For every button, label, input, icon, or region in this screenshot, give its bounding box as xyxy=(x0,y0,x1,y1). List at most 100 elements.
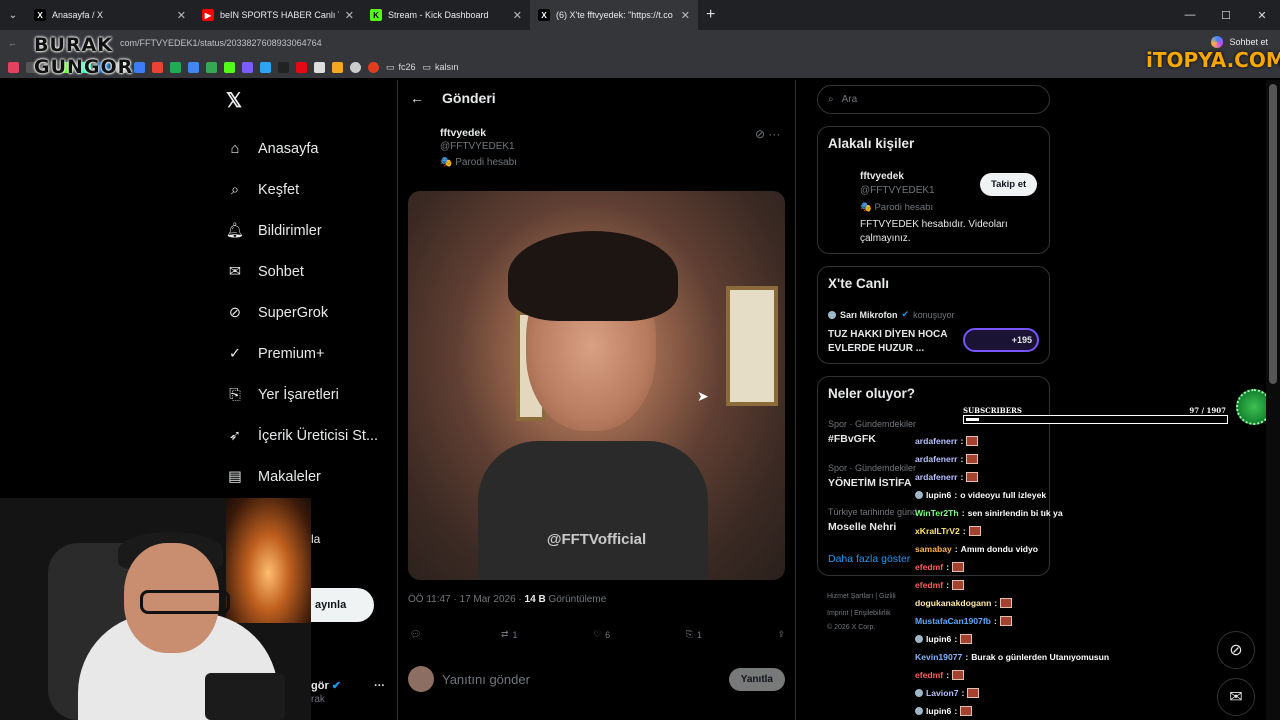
close-tab-icon[interactable]: ✕ xyxy=(177,9,186,22)
trend-item[interactable]: Moselle Nehri xyxy=(828,521,896,533)
browser-tab[interactable]: ▶ beIN SPORTS HABER Canlı Yayını | ✕ xyxy=(194,0,362,30)
account-name[interactable]: gör ✔ ··· xyxy=(311,679,385,692)
post-button[interactable]: ayınla xyxy=(311,588,374,622)
close-tab-icon[interactable]: ✕ xyxy=(345,9,354,22)
bookmark-favicon[interactable] xyxy=(242,61,253,73)
chat-message: xKralLTrV2: xyxy=(915,522,1245,540)
trend-item[interactable]: YÖNETİM İSTİFA xyxy=(828,477,911,489)
bookmark-folder-fc26[interactable]: ▭ fc26 xyxy=(386,62,416,73)
bookmark-favicon[interactable] xyxy=(314,61,325,73)
author-handle[interactable]: @FFTVYEDEK1 xyxy=(440,141,515,152)
bookmark-favicon[interactable] xyxy=(368,61,379,73)
related-handle[interactable]: @FFTVYEDEK1 xyxy=(860,185,935,196)
nav-item-bookmark[interactable]: ⎘ Yer İşaretleri xyxy=(226,374,378,415)
chat-username[interactable]: lupin6 xyxy=(926,706,951,716)
messages-float-button[interactable]: ✉ xyxy=(1217,678,1255,716)
chat-username[interactable]: ardafenerr xyxy=(915,472,958,482)
scrollbar[interactable] xyxy=(1266,80,1280,720)
chat-button-label[interactable]: Sohbet et xyxy=(1229,37,1268,47)
url-text[interactable]: com/FFTVYEDEK1/status/203382760893306476… xyxy=(120,38,322,48)
nav-item-search[interactable]: ⌕ Keşfet xyxy=(226,169,378,210)
post-video[interactable]: @FFTVofficial xyxy=(408,191,785,580)
chat-username[interactable]: lupin6 xyxy=(926,634,951,644)
related-name[interactable]: fftvyedek xyxy=(860,171,904,182)
follow-button[interactable]: Takip et xyxy=(980,173,1038,196)
reply-action[interactable]: 💬︎ xyxy=(410,629,425,640)
related-people-card: Alakalı kişiler fftvyedek @FFTVYEDEK1 🎭 … xyxy=(817,126,1050,254)
nav-item-mail[interactable]: ✉ Sohbet xyxy=(226,251,378,292)
nav-item-rocket[interactable]: ➶ İçerik Üreticisi St... xyxy=(226,415,378,456)
chat-username[interactable]: MustafaCan1907fb xyxy=(915,616,991,626)
close-tab-icon[interactable]: ✕ xyxy=(681,9,690,22)
post-meta: ÖÖ 11:47 · 17 Mar 2026 · 14 B Görüntülem… xyxy=(408,594,607,605)
chat-message: lupin6: xyxy=(915,702,1245,720)
chat-username[interactable]: ardafenerr xyxy=(915,454,958,464)
nav-item-home[interactable]: ⌂ Anasayfa xyxy=(226,128,378,169)
nav-item-bell[interactable]: 🔔︎ Bildirimler xyxy=(226,210,378,251)
bookmark-folder-kalsin[interactable]: ▭ kalsın xyxy=(423,62,459,73)
author-name[interactable]: fftvyedek xyxy=(440,127,486,139)
parody-label: 🎭 Parodi hesabı xyxy=(440,157,517,168)
close-window-icon[interactable]: ✕ xyxy=(1244,0,1280,30)
show-more-link[interactable]: Daha fazla göster xyxy=(828,553,910,565)
docs-icon[interactable] xyxy=(188,61,199,73)
browser-tab[interactable]: X (6) X'te fftvyedek: "https://t.co ✕ xyxy=(530,0,698,30)
bookmark-favicon[interactable] xyxy=(260,61,271,73)
chat-username[interactable]: efedmf xyxy=(915,562,943,572)
chat-username[interactable]: dogukanakdogann xyxy=(915,598,991,608)
nav-item-label: Makaleler xyxy=(258,468,321,485)
reply-input[interactable]: Yanıtını gönder xyxy=(442,672,721,687)
grok-float-button[interactable]: ⊘ xyxy=(1217,631,1255,669)
search-input[interactable]: ⌕ Ara xyxy=(817,85,1050,114)
like-action[interactable]: ♡ 6 xyxy=(593,629,610,640)
chat-text: o videoyu full izleyek xyxy=(960,490,1047,500)
chat-username[interactable]: efedmf xyxy=(915,670,943,680)
reply-button[interactable]: Yanıtla xyxy=(728,667,785,691)
repost-action[interactable]: ⇄ 1 xyxy=(501,629,518,640)
grok-icon[interactable]: ⊘ ··· xyxy=(755,127,780,141)
nav-item-grok[interactable]: ⊘ SuperGrok xyxy=(226,292,378,333)
chat-username[interactable]: xKralLTrV2 xyxy=(915,526,960,536)
bookmark-icon: ⎘ xyxy=(685,629,693,639)
live-spaces-card[interactable]: X'te Canlı Sarı Mikrofon ✔ konuşuyor TUZ H… xyxy=(817,266,1050,364)
chat-username[interactable]: samabay xyxy=(915,544,952,554)
footer-links[interactable]: Hizmet Şartları | Gizlili xyxy=(827,593,896,600)
bookmark-favicon[interactable] xyxy=(350,61,361,73)
nav-item-article[interactable]: ▤ Makaleler xyxy=(226,456,378,497)
bookmark-action[interactable]: ⎘ 1 xyxy=(686,629,702,640)
copilot-icon[interactable] xyxy=(1211,36,1224,48)
chat-username[interactable]: WinTer2Th xyxy=(915,508,959,518)
bookmark-favicon[interactable] xyxy=(134,61,145,73)
instagram-icon[interactable] xyxy=(8,61,19,73)
close-tab-icon[interactable]: ✕ xyxy=(513,9,522,22)
chat-username[interactable]: lupin6 xyxy=(926,490,951,500)
related-title: Alakalı kişiler xyxy=(828,136,915,151)
home-icon: ⌂ xyxy=(230,140,240,157)
bookmark-favicon[interactable] xyxy=(296,61,307,73)
chat-username[interactable]: ardafenerr xyxy=(915,436,958,446)
share-action[interactable]: ⇪ xyxy=(777,629,785,640)
bookmark-favicon[interactable] xyxy=(278,61,289,73)
browser-tab[interactable]: K Stream - Kick Dashboard ✕ xyxy=(362,0,530,30)
nav-item-verified[interactable]: ✓ Premium+ xyxy=(226,333,378,374)
maximize-icon[interactable]: ☐ xyxy=(1208,0,1244,30)
chat-username[interactable]: Lavion7 xyxy=(926,688,958,698)
nav-more-partial[interactable]: la xyxy=(311,532,320,546)
chat-username[interactable]: efedmf xyxy=(915,580,943,590)
kick-icon[interactable] xyxy=(224,61,235,73)
bookmark-favicon[interactable] xyxy=(332,61,343,73)
minimize-icon[interactable]: — xyxy=(1172,0,1208,30)
chat-message: efedmf: xyxy=(915,576,1245,594)
back-arrow-icon[interactable]: ← xyxy=(8,38,17,48)
trend-item[interactable]: #FBvGFK xyxy=(828,433,876,445)
x-logo-icon[interactable]: 𝕏 xyxy=(226,88,242,113)
browser-tab[interactable]: X Anasayfa / X ✕ xyxy=(26,0,194,30)
back-arrow-icon[interactable]: ← xyxy=(410,90,424,106)
chat-username[interactable]: Kevin19077 xyxy=(915,652,962,662)
gmail-icon[interactable] xyxy=(152,61,163,73)
footer-links[interactable]: Imprint | Erişilebilirlik xyxy=(827,610,891,617)
bookmark-favicon[interactable] xyxy=(170,61,181,73)
drive-icon[interactable] xyxy=(206,61,217,73)
tab-list-icon[interactable]: ⌄ xyxy=(0,10,26,21)
new-tab-icon[interactable]: + xyxy=(698,6,723,24)
